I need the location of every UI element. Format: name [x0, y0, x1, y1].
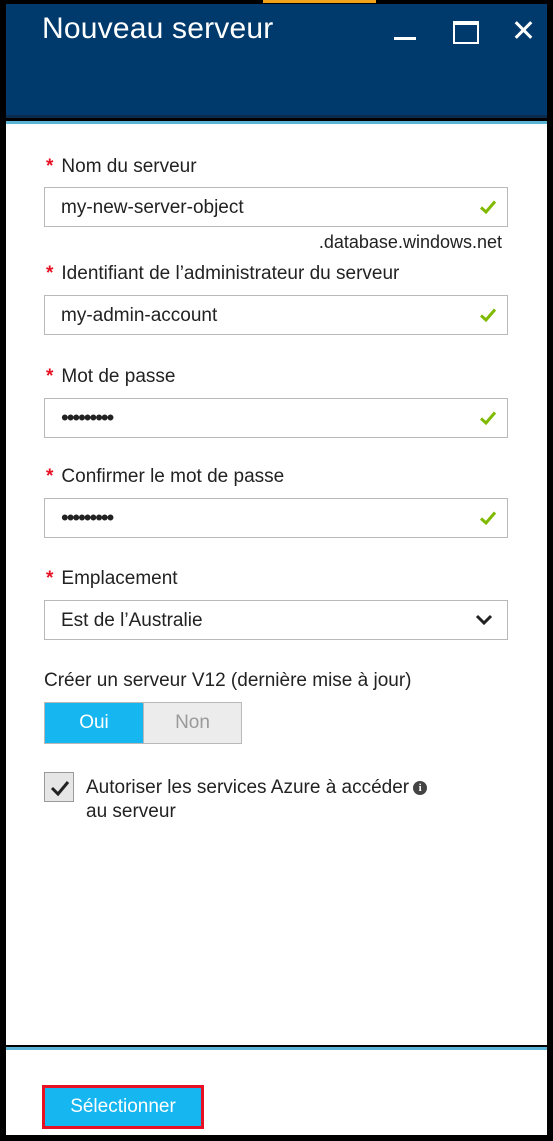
admin-login-input[interactable]: my-admin-account [44, 295, 508, 335]
confirm-password-label-text: Confirmer le mot de passe [61, 466, 285, 487]
location-label-text: Emplacement [61, 568, 178, 589]
accent-strip [263, 0, 376, 3]
v12-toggle: Oui Non [44, 702, 242, 744]
allow-azure-text-line2: au serveur [86, 801, 176, 822]
v12-yes-option[interactable]: Oui [45, 703, 143, 743]
form-panel: * Nom du serveur my-new-server-object .da… [6, 121, 547, 1045]
chevron-down-icon [475, 614, 493, 626]
required-asterisk: * [46, 466, 54, 487]
confirm-password-input[interactable]: ••••••••• [44, 498, 508, 538]
info-icon[interactable]: i [413, 781, 428, 795]
checkmark-icon [50, 781, 70, 797]
required-asterisk: * [46, 568, 54, 589]
valid-check-icon [479, 200, 497, 215]
blade-footer: Sélectionner [6, 1047, 547, 1135]
v12-label: Créer un serveur V12 (dernière mise à jo… [44, 670, 412, 691]
allow-azure-text-line1: Autoriser les services Azure à accéder [86, 777, 410, 798]
password-value: ••••••••• [61, 405, 114, 430]
admin-login-label-text: Identifiant de l’administrateur du serve… [61, 263, 400, 284]
server-name-label-text: Nom du serveur [61, 156, 197, 177]
server-name-input[interactable]: my-new-server-object [44, 187, 508, 227]
confirm-password-label: * Confirmer le mot de passe [46, 466, 284, 488]
password-label: * Mot de passe [46, 366, 175, 388]
server-name-label: * Nom du serveur [46, 156, 197, 178]
new-server-blade: Nouveau serveur * Nom du serveur my-new-s… [0, 0, 553, 1141]
location-value: Est de l’Australie [61, 610, 203, 631]
server-name-value: my-new-server-object [61, 197, 244, 218]
minimize-icon[interactable] [388, 14, 422, 46]
location-select[interactable]: Est de l’Australie [44, 600, 508, 640]
server-name-suffix: .database.windows.net [318, 232, 502, 252]
location-label: * Emplacement [46, 568, 178, 590]
admin-login-value: my-admin-account [61, 305, 218, 326]
title-bar: Nouveau serveur [6, 4, 547, 118]
password-label-text: Mot de passe [61, 366, 176, 387]
admin-login-label: * Identifiant de l’administrateur du serv… [46, 263, 399, 285]
allow-azure-label: Autoriser les services Azure à accéder i … [86, 776, 486, 824]
valid-check-icon [479, 511, 497, 526]
v12-no-option[interactable]: Non [143, 703, 241, 743]
allow-azure-checkbox[interactable] [44, 772, 74, 802]
maximize-icon[interactable] [447, 14, 481, 46]
valid-check-icon [479, 411, 497, 426]
valid-check-icon [479, 308, 497, 323]
password-input[interactable]: ••••••••• [44, 398, 508, 438]
required-asterisk: * [46, 263, 54, 284]
select-button[interactable]: Sélectionner [42, 1085, 204, 1129]
confirm-password-value: ••••••••• [61, 505, 114, 530]
required-asterisk: * [46, 156, 54, 177]
close-icon[interactable] [506, 14, 540, 46]
blade-title: Nouveau serveur [42, 12, 274, 45]
required-asterisk: * [46, 366, 54, 387]
